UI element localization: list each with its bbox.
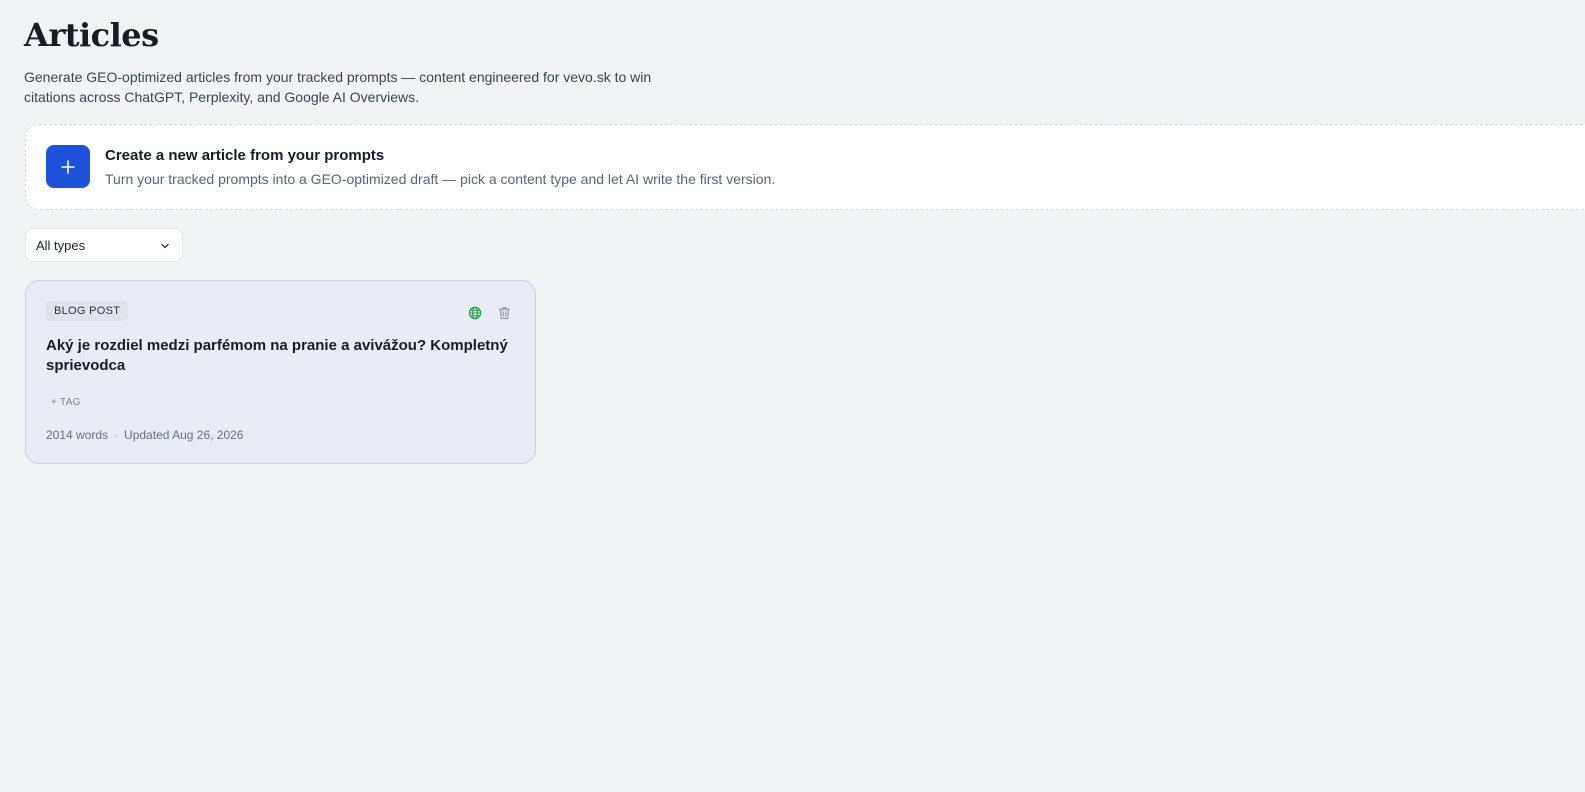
articles-page: Articles Generate GEO-optimized articles… bbox=[0, 0, 1585, 792]
type-filter-select[interactable]: All types bbox=[25, 228, 183, 262]
type-filter-value: All types bbox=[36, 237, 86, 253]
create-article-title: Create a new article from your prompts bbox=[105, 147, 385, 164]
page-title: Articles bbox=[24, 16, 159, 54]
create-article-button[interactable] bbox=[46, 145, 90, 188]
chevron-down-icon bbox=[161, 243, 169, 249]
create-article-description: Turn your tracked prompts into a GEO-opt… bbox=[105, 171, 776, 187]
page-subtitle: Generate GEO-optimized articles from you… bbox=[24, 69, 652, 105]
meta-separator: · bbox=[114, 428, 119, 442]
plus-icon bbox=[61, 159, 75, 174]
updated-date: Updated Aug 26, 2026 bbox=[124, 428, 244, 442]
article-meta: 2014 words · Updated Aug 26, 2026 bbox=[46, 428, 243, 442]
article-card[interactable]: BLOG POST Aký je rozdiel medzi parfémom … bbox=[25, 280, 536, 464]
add-tag-button[interactable]: + TAG bbox=[46, 395, 86, 411]
create-article-card[interactable]: Create a new article from your prompts T… bbox=[25, 124, 1585, 210]
globe-icon[interactable] bbox=[468, 306, 482, 320]
article-title[interactable]: Aký je rozdiel medzi parfémom na pranie … bbox=[46, 336, 516, 376]
word-count: 2014 words bbox=[46, 428, 109, 442]
trash-icon[interactable] bbox=[498, 306, 511, 320]
article-type-badge: BLOG POST bbox=[46, 301, 129, 321]
